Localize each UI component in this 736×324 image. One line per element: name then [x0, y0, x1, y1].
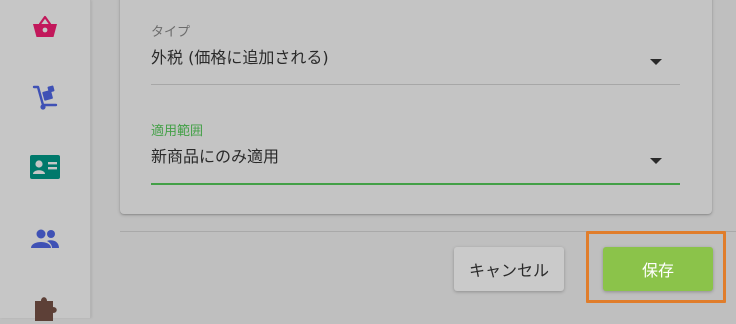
type-field[interactable]: タイプ 外税 (価格に追加される): [151, 25, 680, 85]
scope-field[interactable]: 適用範囲 新商品にのみ適用: [151, 124, 680, 185]
basket-icon[interactable]: [26, 10, 64, 44]
main-content: タイプ 外税 (価格に追加される) 適用範囲 新商品にのみ適用 キャンセル 保存: [91, 0, 736, 318]
scope-field-value[interactable]: 新商品にのみ適用: [151, 146, 680, 168]
dropdown-caret-icon[interactable]: [650, 59, 662, 65]
type-field-label: タイプ: [151, 25, 191, 40]
sidebar-nav: [0, 0, 91, 321]
hand-truck-icon[interactable]: [26, 80, 64, 114]
save-button[interactable]: 保存: [603, 247, 713, 291]
people-icon[interactable]: [26, 222, 64, 256]
dropdown-caret-icon[interactable]: [650, 158, 662, 164]
cancel-button[interactable]: キャンセル: [454, 247, 564, 291]
puzzle-icon[interactable]: [26, 290, 64, 324]
scope-field-underline: [151, 183, 680, 185]
contact-card-icon[interactable]: [26, 150, 64, 184]
settings-card: タイプ 外税 (価格に追加される) 適用範囲 新商品にのみ適用: [120, 0, 712, 214]
type-field-value[interactable]: 外税 (価格に追加される): [151, 47, 680, 69]
type-field-underline: [151, 84, 680, 85]
scope-field-label: 適用範囲: [151, 124, 204, 139]
